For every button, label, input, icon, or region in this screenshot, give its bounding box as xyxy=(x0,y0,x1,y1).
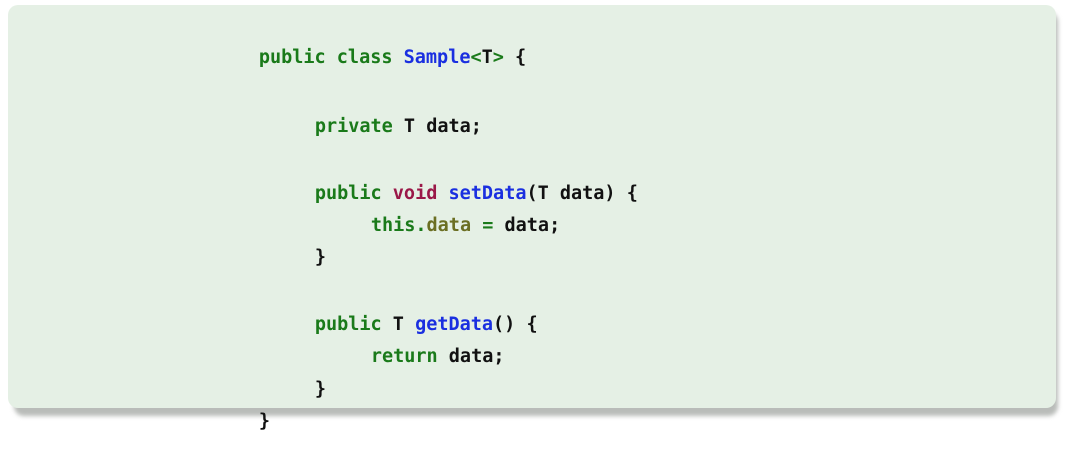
keyword-private: private xyxy=(314,116,393,137)
field-decl: T data; xyxy=(392,116,482,137)
code-line-class-close: } xyxy=(192,386,270,432)
code-line-getter-sig: public T getData() { xyxy=(248,289,538,335)
assign-operator: = xyxy=(482,215,494,236)
dot: . xyxy=(415,215,427,236)
return-value: data; xyxy=(437,346,505,367)
field-ref: data xyxy=(426,215,472,236)
generic-open: < xyxy=(470,47,482,68)
code-line-setter-body: this.data = data; xyxy=(304,190,560,236)
code-line-setter-sig: public void setData(T data) { xyxy=(248,158,638,204)
brace-close: } xyxy=(314,247,326,268)
brace-close: } xyxy=(314,379,326,400)
code-line-class-decl: public class Sample<T> { xyxy=(192,22,526,68)
keyword-public: public xyxy=(258,47,326,68)
generic-close: > xyxy=(492,47,504,68)
code-line-field: private T data; xyxy=(248,91,482,137)
brace-close: } xyxy=(258,411,270,432)
class-name: Sample xyxy=(403,47,471,68)
keyword-this: this xyxy=(370,215,416,236)
keyword-class: class xyxy=(336,47,393,68)
code-line-getter-body: return data; xyxy=(304,321,505,367)
assign-rhs: data; xyxy=(493,215,561,236)
code-block: public class Sample<T> { private T data;… xyxy=(8,5,1056,432)
brace-open: { xyxy=(503,47,527,68)
code-line-setter-close: } xyxy=(248,222,326,268)
type-param: T xyxy=(481,47,493,68)
keyword-return: return xyxy=(370,346,438,367)
code-line-getter-close: } xyxy=(248,354,326,400)
